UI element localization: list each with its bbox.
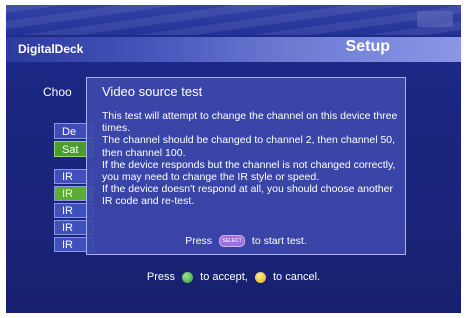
dialog-paragraph: If the device responds but the channel i… <box>102 158 396 184</box>
accept-text: to accept, <box>200 271 248 283</box>
dialog-title: Video source test <box>102 84 203 99</box>
dialog-paragraph: The channel should be changed to channel… <box>102 134 396 159</box>
decorative-corner-tab <box>417 11 453 27</box>
tv-screen: DigitalDeck Setup Choo De Sat IR IR IR I… <box>6 5 461 313</box>
dialog-paragraph: This test will attempt to change the cha… <box>102 110 398 135</box>
page-title: Setup <box>345 38 390 55</box>
select-button-icon[interactable]: SELECT <box>218 235 245 248</box>
choose-label: Choo <box>43 85 72 99</box>
video-source-test-dialog: Video source test This test will attempt… <box>86 77 406 255</box>
press-suffix: to start test. <box>251 235 307 247</box>
decorative-top-band <box>6 5 461 35</box>
cancel-text: to cancel. <box>272 271 321 283</box>
brand-logo-text: DigitalDeck <box>18 42 84 56</box>
dialog-paragraph: If the device doesn't respond at all, yo… <box>102 183 393 208</box>
green-accept-button-icon[interactable] <box>182 271 194 283</box>
footer-press: Press <box>146 271 176 283</box>
footer-instructions: Press to accept, to cancel. <box>6 271 461 283</box>
dialog-body: This test will attempt to change the cha… <box>102 110 402 208</box>
press-prefix: Press <box>185 235 213 247</box>
yellow-cancel-button-icon[interactable] <box>254 271 266 283</box>
press-select-instruction: Press SELECT to start test. <box>87 235 405 248</box>
